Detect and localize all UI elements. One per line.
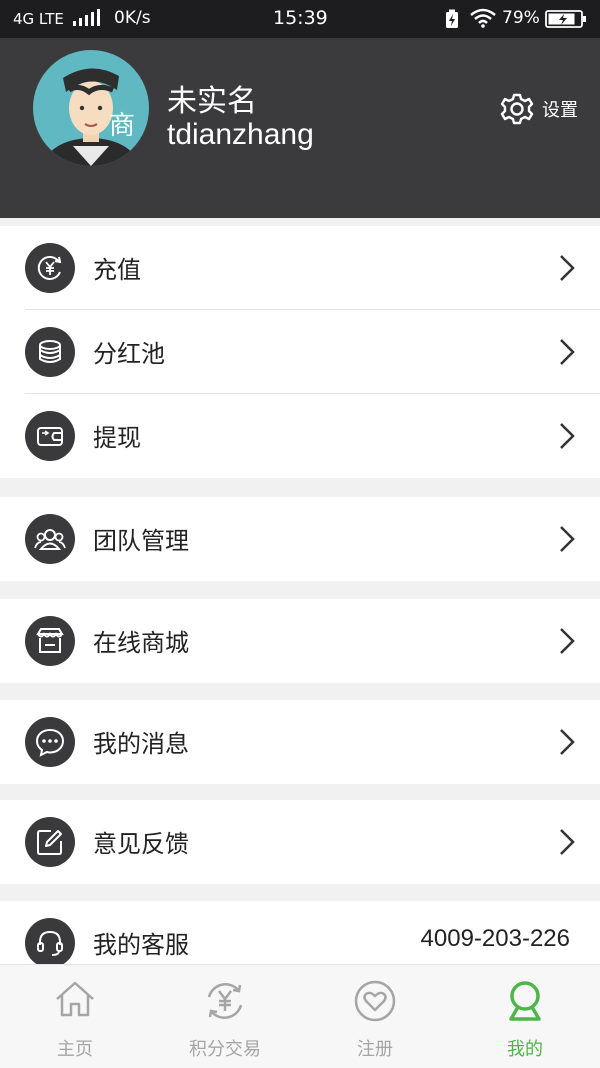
network-type: 4G LTE xyxy=(13,10,64,28)
network-speed: 0K/s xyxy=(114,8,151,28)
menu-label: 分红池 xyxy=(93,340,165,368)
tab-mine[interactable]: 我的 xyxy=(450,965,600,1068)
headset-icon xyxy=(25,918,75,968)
avatar[interactable]: 商 xyxy=(33,50,149,166)
chevron-right-icon xyxy=(560,729,575,755)
store-icon xyxy=(25,616,75,666)
tab-label: 注册 xyxy=(357,1039,393,1060)
edit-icon xyxy=(25,817,75,867)
menu-label: 我的客服 xyxy=(93,931,189,959)
user-icon xyxy=(509,981,541,1021)
menu-item-dividend-pool[interactable]: 分红池 xyxy=(0,310,600,394)
gear-icon xyxy=(500,93,534,125)
chevron-right-icon xyxy=(560,829,575,855)
menu-item-team-management[interactable]: 团队管理 xyxy=(0,497,600,581)
menu-label: 团队管理 xyxy=(93,527,189,555)
home-icon xyxy=(56,981,94,1017)
chevron-right-icon xyxy=(560,526,575,552)
username: tdianzhang xyxy=(167,118,314,151)
customer-service-phone[interactable]: 4009-203-226 xyxy=(421,925,570,953)
status-bar: 4G LTE 0K/s 15:39 79% xyxy=(0,0,600,38)
profile-header: 商 未实名 tdianzhang 设置 xyxy=(0,38,600,218)
chevron-right-icon xyxy=(560,423,575,449)
menu-item-my-messages[interactable]: 我的消息 xyxy=(0,700,600,784)
bottom-tab-bar: 主页 积分交易 注册 我的 xyxy=(0,964,600,1068)
tab-label: 积分交易 xyxy=(189,1039,261,1060)
menu-label: 充值 xyxy=(93,256,141,284)
coins-icon xyxy=(25,327,75,377)
menu-item-online-mall[interactable]: 在线商城 xyxy=(0,599,600,683)
chevron-right-icon xyxy=(560,339,575,365)
exchange-icon xyxy=(207,983,243,1019)
menu-item-feedback[interactable]: 意见反馈 xyxy=(0,800,600,884)
menu-label: 意见反馈 xyxy=(93,830,189,858)
avatar-badge: 商 xyxy=(109,111,136,141)
menu-item-withdraw[interactable]: 提现 xyxy=(0,394,600,478)
team-icon xyxy=(25,514,75,564)
menu-item-recharge[interactable]: 充值 xyxy=(0,226,600,310)
menu-label: 提现 xyxy=(93,424,141,452)
message-icon xyxy=(25,717,75,767)
tab-register[interactable]: 注册 xyxy=(300,965,450,1068)
tab-home[interactable]: 主页 xyxy=(0,965,150,1068)
tab-points-trading[interactable]: 积分交易 xyxy=(150,965,300,1068)
heart-icon xyxy=(354,980,396,1022)
recharge-icon xyxy=(25,243,75,293)
menu-label: 在线商城 xyxy=(93,629,189,657)
wallet-icon xyxy=(25,411,75,461)
battery-charging-icon xyxy=(444,9,460,34)
clock: 15:39 xyxy=(273,7,328,29)
battery-level: 79% xyxy=(502,8,540,28)
settings-label: 设置 xyxy=(542,100,578,121)
tab-label: 主页 xyxy=(57,1039,93,1060)
chevron-right-icon xyxy=(560,628,575,654)
chevron-right-icon xyxy=(560,255,575,281)
menu-label: 我的消息 xyxy=(93,730,189,758)
wifi-icon xyxy=(470,8,496,33)
user-name: 未实名 xyxy=(167,84,257,119)
tab-label: 我的 xyxy=(507,1039,543,1060)
settings-button[interactable]: 设置 xyxy=(500,91,578,127)
battery-icon xyxy=(545,10,587,33)
signal-icon xyxy=(72,9,104,32)
